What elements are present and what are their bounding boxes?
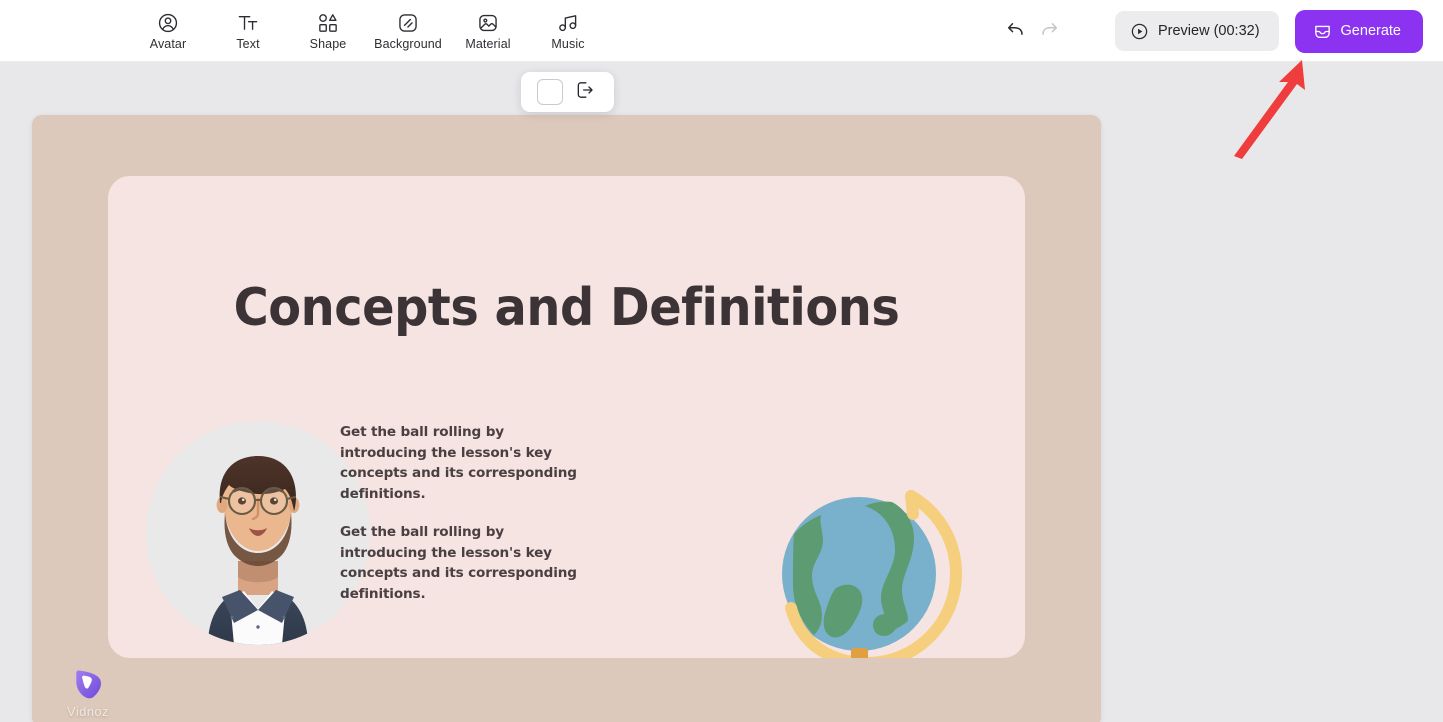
avatar[interactable] xyxy=(146,421,370,645)
tool-label: Shape xyxy=(310,37,347,51)
preview-button[interactable]: Preview (00:32) xyxy=(1115,11,1279,51)
action-group: Preview (00:32) Generate xyxy=(999,0,1423,62)
tool-background[interactable]: Background xyxy=(368,2,448,60)
preview-label: Preview (00:32) xyxy=(1158,23,1260,39)
redo-button[interactable] xyxy=(1033,14,1067,48)
avatar-image-clip xyxy=(146,421,370,645)
music-icon xyxy=(557,12,579,34)
color-swatch-icon[interactable] xyxy=(537,79,563,105)
top-toolbar: Avatar Text xyxy=(0,0,1443,62)
tool-label: Material xyxy=(465,37,510,51)
slide-canvas[interactable]: Concepts and Definitions xyxy=(32,115,1101,722)
annotation-arrow-icon xyxy=(1226,52,1322,162)
tool-label: Music xyxy=(551,37,584,51)
generate-tray-icon xyxy=(1313,22,1332,41)
play-circle-icon xyxy=(1130,22,1149,41)
app-root: Avatar Text xyxy=(0,0,1443,722)
avatar-icon xyxy=(157,12,179,34)
generate-label: Generate xyxy=(1341,23,1401,39)
tool-shape[interactable]: Shape xyxy=(288,2,368,60)
redo-arrow-icon xyxy=(1039,18,1060,44)
vidnoz-watermark-label: Vidnoz xyxy=(67,704,109,719)
tool-material[interactable]: Material xyxy=(448,2,528,60)
vidnoz-logo-icon xyxy=(70,667,106,703)
globe-illustration[interactable] xyxy=(764,476,974,658)
globe-illustration-art xyxy=(764,476,974,658)
undo-arrow-icon xyxy=(1005,18,1026,44)
export-button[interactable] xyxy=(571,78,599,106)
tool-label: Avatar xyxy=(150,37,187,51)
slide-content-card: Concepts and Definitions xyxy=(108,176,1025,658)
tool-text[interactable]: Text xyxy=(208,2,288,60)
element-toolbar xyxy=(521,72,614,112)
tool-music[interactable]: Music xyxy=(528,2,608,60)
tool-label: Background xyxy=(374,37,442,51)
export-arrow-icon xyxy=(575,80,595,105)
material-icon xyxy=(477,12,499,34)
vidnoz-watermark: Vidnoz xyxy=(50,667,126,719)
tool-group: Avatar Text xyxy=(128,0,608,62)
slide-paragraph-2[interactable]: Get the ball rolling by introducing the … xyxy=(340,522,592,604)
tool-label: Text xyxy=(236,37,259,51)
tool-avatar[interactable]: Avatar xyxy=(128,2,208,60)
generate-button[interactable]: Generate xyxy=(1295,10,1423,53)
avatar-portrait-illustration xyxy=(146,421,370,645)
shape-icon xyxy=(317,12,339,34)
text-icon xyxy=(237,12,259,34)
slide-paragraph-1[interactable]: Get the ball rolling by introducing the … xyxy=(340,422,592,504)
undo-button[interactable] xyxy=(999,14,1033,48)
background-icon xyxy=(397,12,419,34)
slide-title[interactable]: Concepts and Definitions xyxy=(145,278,989,338)
